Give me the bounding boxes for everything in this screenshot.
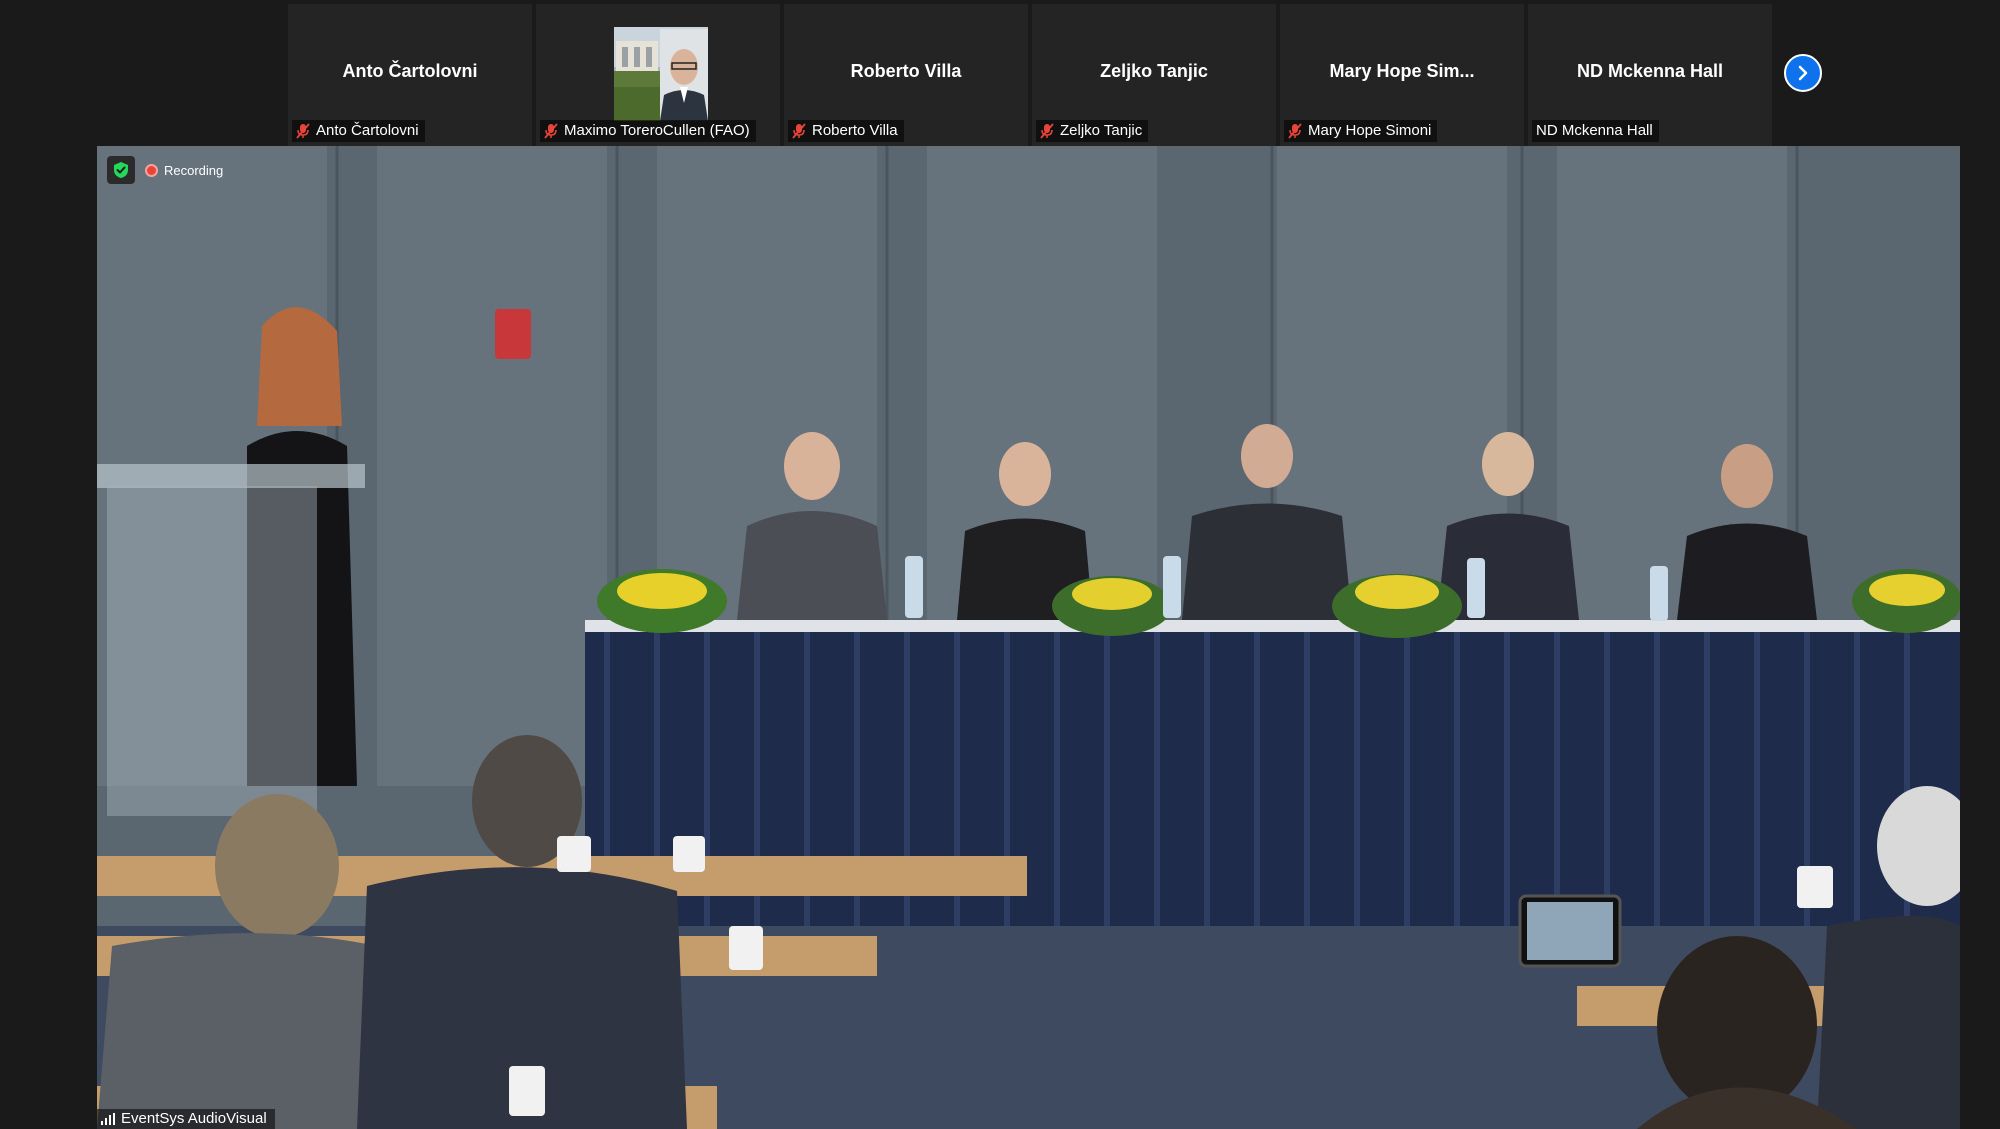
participant-display-name: ND Mckenna Hall — [1576, 61, 1724, 81]
participant-tile[interactable]: Mary Hope Sim... Mary Hope Simoni — [1280, 4, 1524, 146]
mic-off-icon — [1288, 123, 1302, 139]
participant-label: Roberto Villa — [788, 120, 904, 142]
participant-label: Zeljko Tanjic — [1036, 120, 1149, 142]
participant-video-image — [614, 27, 708, 121]
participant-label-text: Maximo ToreroCullen (FAO) — [564, 122, 750, 139]
chevron-right-icon — [1798, 65, 1808, 81]
main-video[interactable]: Recording EventSys AudioVisual — [97, 146, 1960, 1129]
signal-bars-icon — [101, 1113, 115, 1125]
participant-label: Anto Čartolovni — [292, 120, 425, 142]
participant-label-text: Roberto Villa — [812, 122, 898, 139]
participant-label: ND Mckenna Hall — [1532, 120, 1659, 142]
participant-tile[interactable]: Maximo ToreroCullen (FAO) — [536, 4, 780, 146]
next-participants-button[interactable] — [1784, 54, 1822, 92]
conference-scene-image — [97, 146, 1960, 1129]
participant-display-name: Roberto Villa — [850, 61, 962, 81]
participant-tile[interactable]: Roberto Villa Roberto Villa — [784, 4, 1028, 146]
participant-display-name: Mary Hope Sim... — [1329, 61, 1475, 81]
participant-display-name: Anto Čartolovni — [342, 61, 478, 81]
participant-video-thumbnail — [614, 27, 708, 121]
participant-label-text: Anto Čartolovni — [316, 122, 419, 139]
participant-label-text: ND Mckenna Hall — [1536, 122, 1653, 139]
recording-indicator[interactable]: Recording — [145, 160, 223, 180]
participant-tile[interactable]: Anto Čartolovni Anto Čartolovni — [288, 4, 532, 146]
participant-tile[interactable]: Zeljko Tanjic Zeljko Tanjic — [1032, 4, 1276, 146]
mic-off-icon — [792, 123, 806, 139]
mic-off-icon — [296, 123, 310, 139]
speaker-name-tag: EventSys AudioVisual — [97, 1109, 275, 1129]
mic-off-icon — [544, 123, 558, 139]
participant-strip: Anto Čartolovni Anto Čartolovni Maximo T… — [288, 4, 1772, 146]
participant-label-text: Mary Hope Simoni — [1308, 122, 1432, 139]
security-badge[interactable] — [107, 156, 135, 184]
mic-off-icon — [1040, 123, 1054, 139]
record-icon — [145, 163, 158, 177]
recording-label: Recording — [164, 162, 224, 178]
speaker-name: EventSys AudioVisual — [121, 1110, 267, 1127]
participant-label: Maximo ToreroCullen (FAO) — [540, 120, 756, 142]
shield-check-icon — [114, 162, 128, 178]
participant-label: Mary Hope Simoni — [1284, 120, 1438, 142]
participant-display-name: Zeljko Tanjic — [1100, 61, 1208, 81]
participant-tile[interactable]: ND Mckenna Hall ND Mckenna Hall — [1528, 4, 1772, 146]
participant-label-text: Zeljko Tanjic — [1060, 122, 1143, 139]
